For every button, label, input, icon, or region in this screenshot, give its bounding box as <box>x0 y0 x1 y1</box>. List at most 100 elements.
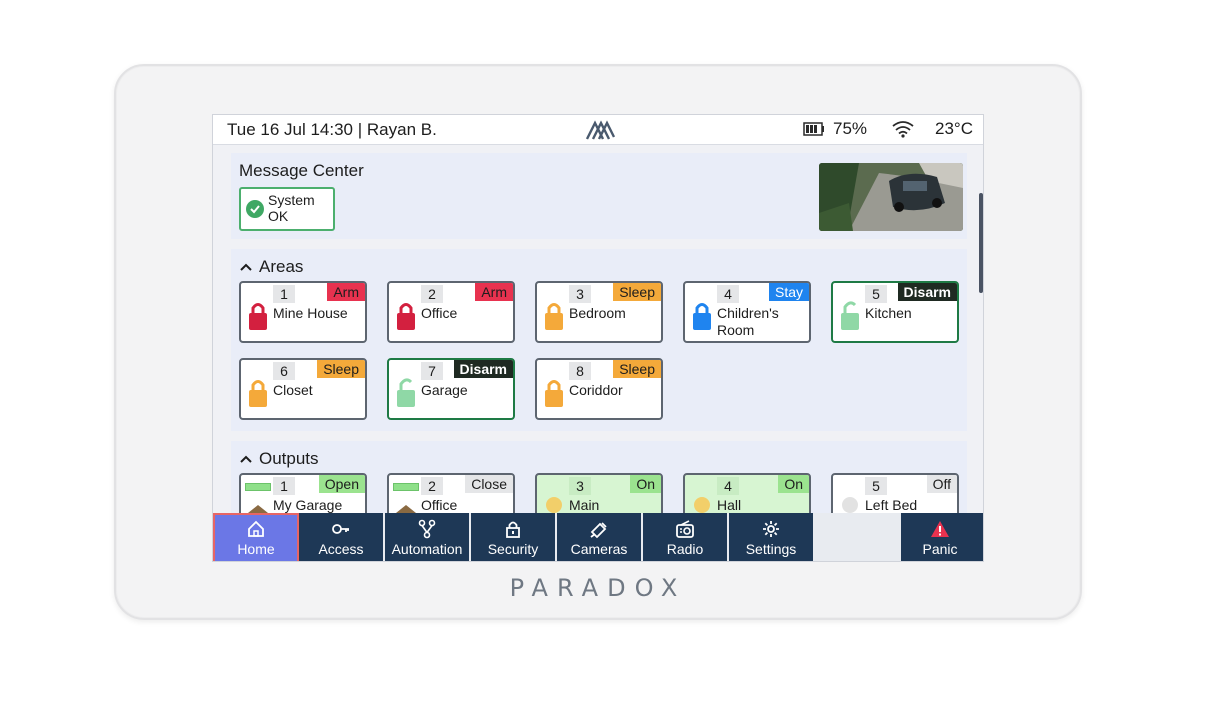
lock-icon <box>543 376 565 408</box>
area-card[interactable]: 7 Disarm Garage <box>387 358 515 420</box>
area-name: Mine House <box>273 305 348 321</box>
area-name: Bedroom <box>569 305 626 321</box>
area-state-badge: Disarm <box>897 283 957 301</box>
camera-preview-thumbnail[interactable] <box>819 163 963 231</box>
area-card[interactable]: 3 Sleep Bedroom <box>535 281 663 343</box>
output-card[interactable]: 4 On Hall <box>683 473 811 513</box>
key-icon <box>332 524 349 534</box>
lock-icon <box>543 299 565 331</box>
nav-settings[interactable]: Settings <box>729 513 815 561</box>
nav-cameras-label: Cameras <box>570 541 628 557</box>
areas-header[interactable]: Areas <box>239 257 303 277</box>
area-name: Coriddor <box>569 382 623 398</box>
area-name: Garage <box>421 382 468 398</box>
system-status-button[interactable]: System OK <box>239 187 335 231</box>
nav-automation-label: Automation <box>391 541 463 557</box>
nav-panic-label: Panic <box>922 541 958 557</box>
garage-door-icon <box>247 495 269 513</box>
nav-radio[interactable]: Radio <box>643 513 729 561</box>
status-indicators: 75% 23°C <box>803 119 973 139</box>
area-card[interactable]: 1 Arm Mine House <box>239 281 367 343</box>
output-state-badge: On <box>630 475 661 493</box>
outputs-title: Outputs <box>259 449 319 468</box>
touch-screen: Tue 16 Jul 14:30 | Rayan B. 75% 23°C Mes… <box>212 114 984 562</box>
output-state-badge: Close <box>465 475 513 493</box>
nav-home[interactable]: Home <box>213 513 299 561</box>
outputs-header[interactable]: Outputs <box>239 449 319 469</box>
camera-icon <box>590 522 607 539</box>
chevron-up-icon <box>240 263 252 271</box>
area-number: 8 <box>569 362 591 380</box>
output-card[interactable]: 3 On Main <box>535 473 663 513</box>
nav-cameras[interactable]: Cameras <box>557 513 643 561</box>
nav-access[interactable]: Access <box>299 513 385 561</box>
area-name: Office <box>421 305 458 321</box>
area-card[interactable]: 8 Sleep Coriddor <box>535 358 663 420</box>
area-card[interactable]: 2 Arm Office <box>387 281 515 343</box>
output-state-badge: Off <box>926 475 957 493</box>
wifi-icon <box>892 121 914 138</box>
area-number: 3 <box>569 285 591 303</box>
area-state-badge: Disarm <box>453 360 513 378</box>
nav-home-label: Home <box>237 541 275 557</box>
nav-radio-label: Radio <box>666 541 704 557</box>
lock-icon <box>395 299 417 331</box>
area-state-badge: Arm <box>327 283 365 301</box>
outputs-panel: Outputs 1 Open My Garage 2 Close Office 3 On Mai… <box>231 441 967 513</box>
lock-icon <box>839 299 861 331</box>
progress-bar <box>393 483 419 491</box>
output-name: Left Bed <box>865 497 918 513</box>
lock-icon <box>395 376 417 408</box>
lock-icon <box>247 376 269 408</box>
system-status-text: System OK <box>268 192 315 224</box>
battery-level: 75% <box>832 119 868 138</box>
chevron-up-icon <box>240 455 252 463</box>
area-card[interactable]: 5 Disarm Kitchen <box>831 281 959 343</box>
output-card[interactable]: 2 Close Office <box>387 473 515 513</box>
automation-icon <box>418 519 436 539</box>
output-name: My Garage <box>273 497 343 513</box>
bulb-icon <box>691 491 713 513</box>
areas-title: Areas <box>259 257 304 276</box>
output-card[interactable]: 5 Off Left Bed <box>831 473 959 513</box>
warning-icon <box>931 521 949 537</box>
area-state-badge: Arm <box>475 283 513 301</box>
output-name: Main <box>569 497 600 513</box>
gear-icon <box>763 521 779 537</box>
area-number: 6 <box>273 362 295 380</box>
output-state-badge: Open <box>318 475 365 493</box>
dashboard-content[interactable]: Message Center System OK Areas 1 Arm Min… <box>213 145 983 513</box>
radio-icon <box>676 520 694 538</box>
output-number: 2 <box>421 477 443 495</box>
nav-spacer <box>815 513 901 561</box>
nav-panic[interactable]: Panic <box>901 513 979 561</box>
area-number: 7 <box>421 362 443 380</box>
output-number: 3 <box>569 477 591 495</box>
output-card[interactable]: 1 Open My Garage <box>239 473 367 513</box>
message-center-panel: Message Center System OK <box>231 153 967 239</box>
keypad-device: Tue 16 Jul 14:30 | Rayan B. 75% 23°C Mes… <box>114 64 1082 620</box>
home-icon <box>248 520 264 537</box>
areas-panel: Areas 1 Arm Mine House 2 Arm Office 3 Sleep Bedr… <box>231 249 967 431</box>
area-card[interactable]: 6 Sleep Closet <box>239 358 367 420</box>
nav-settings-label: Settings <box>745 541 797 557</box>
area-number: 1 <box>273 285 295 303</box>
nav-automation[interactable]: Automation <box>385 513 471 561</box>
bottom-nav: Home Access Automation Security Cameras … <box>213 513 983 561</box>
output-name: Hall <box>717 497 742 513</box>
area-name: Children's Room <box>717 305 779 338</box>
lock-icon <box>691 299 713 331</box>
area-number: 4 <box>717 285 739 303</box>
temperature: 23°C <box>935 119 973 138</box>
brand-logo: PARADOX <box>509 574 687 602</box>
nav-security[interactable]: Security <box>471 513 557 561</box>
area-state-badge: Sleep <box>613 360 661 378</box>
scrollbar[interactable] <box>979 193 983 293</box>
message-center-title: Message Center <box>239 161 364 180</box>
output-name: Office <box>421 497 458 513</box>
lock-icon <box>506 521 520 538</box>
area-state-badge: Sleep <box>613 283 661 301</box>
area-number: 5 <box>865 285 887 303</box>
check-icon <box>246 200 264 218</box>
area-card[interactable]: 4 Stay Children's Room <box>683 281 811 343</box>
